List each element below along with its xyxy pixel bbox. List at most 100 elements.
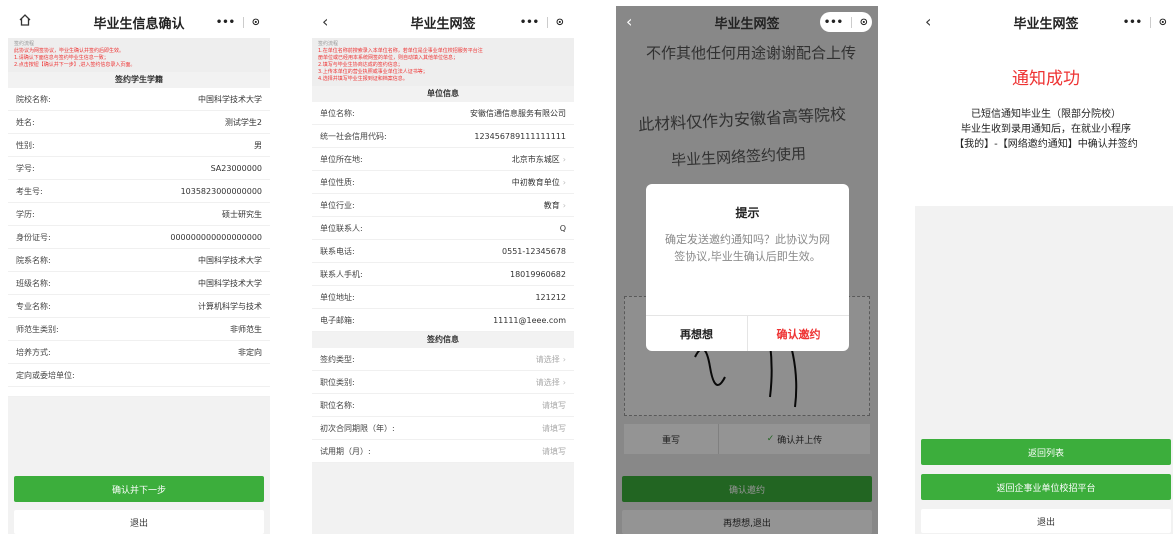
- dialog-confirm-button[interactable]: 确认邀约: [748, 316, 849, 351]
- field-label: 院系名称:: [16, 255, 51, 265]
- form-row: 电子邮箱: 11111@1eee.com: [312, 309, 574, 332]
- field-label: 职位类别:: [320, 377, 355, 387]
- form-row[interactable]: 试用期（月）: 请填写: [312, 440, 574, 463]
- field-value-wrap: 安徽信通信息服务有限公司: [470, 108, 566, 119]
- field-value-wrap: SA23000000: [211, 164, 262, 173]
- field-value-wrap: 11111@1eee.com: [493, 316, 566, 325]
- field-label: 培养方式:: [16, 347, 51, 357]
- field-label: 单位地址:: [320, 292, 355, 302]
- more-dots-icon[interactable]: •••: [216, 17, 235, 28]
- form-row: 师范生类别: 非师范生: [8, 318, 270, 341]
- form-row[interactable]: 职位类别: 请选择 ›: [312, 371, 574, 394]
- field-label: 专业名称:: [16, 301, 51, 311]
- form-row[interactable]: 单位行业: 教育 ›: [312, 194, 574, 217]
- field-label: 学历:: [16, 209, 35, 219]
- tips-box: 签约流程 此协议为网签协议，毕业生确认并签约后即生效。 1.请确认下面信息与签约…: [8, 38, 270, 72]
- dialog-cancel-button[interactable]: 再想想: [646, 316, 748, 351]
- capsule-divider: [242, 16, 244, 28]
- chevron-left-icon[interactable]: ‹: [626, 12, 632, 31]
- target-icon[interactable]: ⊙: [860, 17, 868, 28]
- exit-button[interactable]: 退出: [921, 509, 1171, 533]
- tip-line: 册单位或已经用本系统网签的单位，则自动填入其他单位信息；: [318, 55, 459, 61]
- tip-line: 4.选择并填写毕业生报到证和档案信息。: [318, 76, 408, 82]
- field-value: 非师范生: [230, 324, 262, 334]
- page-title: 毕业生信息确认: [93, 16, 185, 32]
- field-value-wrap: 教育 ›: [544, 200, 566, 211]
- capsule-menu[interactable]: ••• ⊙: [1119, 12, 1171, 32]
- field-label: 统一社会信用代码:: [320, 131, 387, 141]
- field-label: 单位性质:: [320, 177, 355, 187]
- nav-bar: ‹ 毕业生网签 ••• ⊙: [616, 6, 878, 38]
- field-label: 身份证号:: [16, 232, 51, 242]
- target-icon[interactable]: ⊙: [556, 17, 564, 28]
- field-value: 请填写: [542, 400, 566, 410]
- back-to-platform-button[interactable]: 返回企事业单位校招平台: [921, 474, 1171, 500]
- field-value: 11111@1eee.com: [493, 315, 566, 325]
- form-row: 学号: SA23000000: [8, 157, 270, 180]
- field-value: 安徽信通信息服务有限公司: [470, 108, 566, 118]
- field-value: 1035823000000000: [180, 186, 262, 196]
- field-value-wrap: 1035823000000000: [181, 187, 262, 196]
- field-value-wrap: 男: [254, 140, 262, 151]
- chevron-left-icon[interactable]: ‹: [322, 12, 328, 31]
- more-dots-icon[interactable]: •••: [824, 17, 843, 28]
- form-row: 班级名称: 中国科学技术大学: [8, 272, 270, 295]
- back-to-list-button[interactable]: 返回列表: [921, 439, 1171, 465]
- field-value-wrap: 中国科学技术大学: [198, 94, 262, 105]
- exit-button[interactable]: 退出: [14, 510, 264, 534]
- form-row[interactable]: 签约类型: 请选择 ›: [312, 348, 574, 371]
- target-icon[interactable]: ⊙: [1159, 17, 1167, 28]
- field-value-wrap: 中初教育单位 ›: [512, 177, 566, 188]
- capsule-menu[interactable]: ••• ⊙: [516, 12, 568, 32]
- home-icon[interactable]: [18, 12, 32, 31]
- confirm-next-button[interactable]: 确认并下一步: [14, 476, 264, 502]
- capsule-menu[interactable]: ••• ⊙: [212, 12, 264, 32]
- chevron-left-icon[interactable]: ‹: [925, 12, 931, 31]
- field-value-wrap: 测试学生2: [225, 117, 262, 128]
- field-value-wrap: 硕士研究生: [222, 209, 262, 220]
- field-value-wrap: Q: [560, 224, 566, 233]
- more-dots-icon[interactable]: •••: [1123, 17, 1142, 28]
- tips-title: 签约流程: [14, 41, 35, 47]
- target-icon[interactable]: ⊙: [252, 17, 260, 28]
- field-value: 计算机科学与技术: [198, 301, 262, 311]
- form-row[interactable]: 职位名称: 请填写: [312, 394, 574, 417]
- tip-line: 2.填写与毕业生协商达成的签约信息；: [318, 62, 403, 68]
- capsule-menu[interactable]: ••• ⊙: [820, 12, 872, 32]
- dialog-buttons: 再想想 确认邀约: [646, 315, 849, 351]
- tip-line: 3.上传本单位的营业执照或事业单位法人证书等；: [318, 69, 428, 75]
- field-value-wrap: 123456789111111111: [474, 132, 566, 141]
- chevron-right-icon: ›: [562, 354, 566, 364]
- field-value: 请选择: [535, 354, 560, 364]
- field-label: 电子邮箱:: [320, 315, 355, 325]
- nav-bar: ‹ 毕业生网签 ••• ⊙: [312, 6, 574, 38]
- form-row: 联系电话: 0551-12345678: [312, 240, 574, 263]
- field-value-wrap: 请填写: [542, 423, 566, 434]
- field-label: 联系电话:: [320, 246, 355, 256]
- more-dots-icon[interactable]: •••: [520, 17, 539, 28]
- tip-line: 此协议为网签协议，毕业生确认并签约后即生效。: [14, 48, 125, 54]
- tip-line: 1.请确认下面信息与签约毕业生信息一致；: [14, 55, 109, 61]
- field-label: 学号:: [16, 163, 35, 173]
- field-label: 考生号:: [16, 186, 43, 196]
- field-value: 121212: [535, 292, 566, 302]
- form-row: 专业名称: 计算机科学与技术: [8, 295, 270, 318]
- field-value: 非定向: [238, 347, 262, 357]
- form-row[interactable]: 初次合同期限（年）: 请填写: [312, 417, 574, 440]
- field-value: 0551-12345678: [502, 246, 566, 256]
- form-row[interactable]: 单位所在地: 北京市东城区 ›: [312, 148, 574, 171]
- chevron-right-icon: ›: [562, 200, 566, 210]
- chevron-right-icon: ›: [562, 154, 566, 164]
- form-row[interactable]: 单位性质: 中初教育单位 ›: [312, 171, 574, 194]
- field-value-wrap: 000000000000000000: [170, 233, 262, 242]
- message-line: 已短信通知毕业生（限部分院校）: [971, 109, 1121, 120]
- confirm-dialog: 提示 确定发送邀约通知吗？此协议为网签协议,毕业生确认后即生效。 再想想 确认邀…: [646, 184, 849, 351]
- field-value: 硕士研究生: [222, 209, 262, 219]
- tip-line: 2.点击按钮【确认并下一步】,进入签约信息录入页面。: [14, 62, 136, 68]
- field-value-wrap: 请填写: [542, 400, 566, 411]
- success-title: 通知成功: [1012, 69, 1080, 89]
- field-value-wrap: 中国科学技术大学: [198, 278, 262, 289]
- form-row: 培养方式: 非定向: [8, 341, 270, 364]
- field-value: 男: [254, 140, 262, 150]
- field-value: 请填写: [542, 423, 566, 433]
